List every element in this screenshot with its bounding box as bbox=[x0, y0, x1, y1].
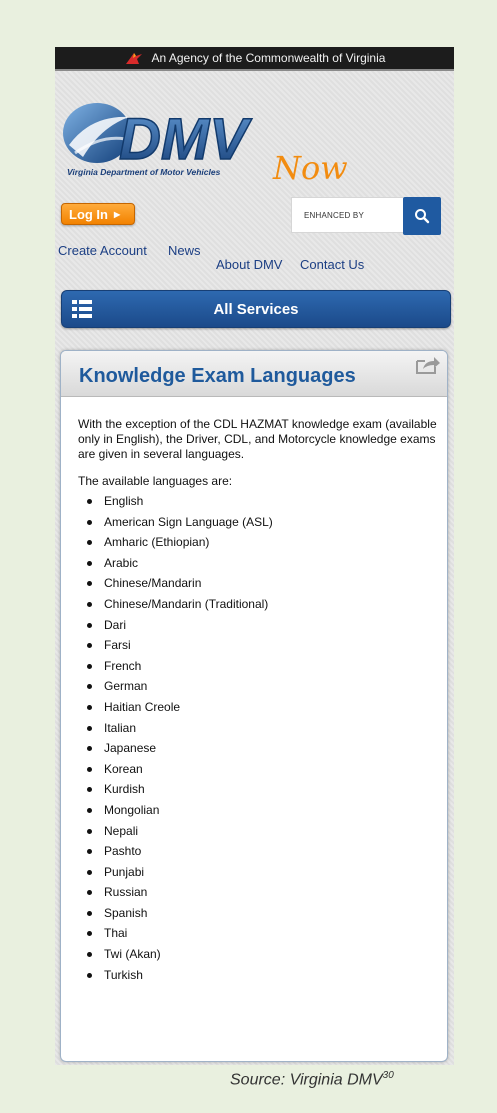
language-item: Chinese/Mandarin (Traditional) bbox=[78, 594, 438, 615]
language-item: Amharic (Ethiopian) bbox=[78, 532, 438, 553]
nav-about-dmv[interactable]: About DMV bbox=[216, 257, 282, 272]
source-footnote: 30 bbox=[382, 1070, 394, 1081]
language-item: Kurdish bbox=[78, 779, 438, 800]
agency-text: An Agency of the Commonwealth of Virgini… bbox=[151, 51, 386, 65]
login-button[interactable]: Log In ▶ bbox=[61, 203, 135, 225]
agency-bar: An Agency of the Commonwealth of Virgini… bbox=[55, 47, 454, 71]
share-icon[interactable] bbox=[415, 355, 441, 375]
search-input[interactable]: ENHANCED BY bbox=[291, 197, 403, 233]
phone-screenshot: An Agency of the Commonwealth of Virgini… bbox=[55, 47, 454, 1065]
logo-wordmark: DMV bbox=[119, 107, 252, 172]
virginia-flag-icon bbox=[125, 53, 142, 64]
logo-now: Now bbox=[272, 149, 348, 187]
language-item: Haitian Creole bbox=[78, 697, 438, 718]
available-languages-label: The available languages are: bbox=[78, 474, 233, 488]
card-header: Knowledge Exam Languages bbox=[61, 351, 447, 397]
language-item: American Sign Language (ASL) bbox=[78, 512, 438, 533]
language-item: Nepali bbox=[78, 821, 438, 842]
language-item: Arabic bbox=[78, 553, 438, 574]
language-item: Japanese bbox=[78, 738, 438, 759]
card-body: With the exception of the CDL HAZMAT kno… bbox=[78, 417, 438, 985]
content-card: Knowledge Exam Languages With the except… bbox=[60, 350, 448, 1062]
list-icon bbox=[72, 300, 92, 318]
search-icon bbox=[415, 209, 430, 224]
source-caption: Source: Virginia DMV30 bbox=[230, 1070, 394, 1089]
language-item: Dari bbox=[78, 615, 438, 636]
languages-list: English American Sign Language (ASL) Amh… bbox=[78, 491, 438, 985]
login-arrow-icon: ▶ bbox=[114, 209, 121, 219]
language-item: Mongolian bbox=[78, 800, 438, 821]
language-item: Punjabi bbox=[78, 862, 438, 883]
language-item: English bbox=[78, 491, 438, 512]
intro-paragraph: With the exception of the CDL HAZMAT kno… bbox=[78, 417, 437, 461]
search-placeholder: ENHANCED BY bbox=[304, 210, 364, 220]
language-item: Korean bbox=[78, 759, 438, 780]
all-services-button[interactable]: All Services bbox=[61, 290, 451, 328]
language-item: Chinese/Mandarin bbox=[78, 573, 438, 594]
language-item: German bbox=[78, 676, 438, 697]
nav-create-account[interactable]: Create Account bbox=[58, 243, 147, 258]
language-item: Italian bbox=[78, 718, 438, 739]
language-item: Turkish bbox=[78, 965, 438, 986]
nav-news[interactable]: News bbox=[168, 243, 201, 258]
language-item: Farsi bbox=[78, 635, 438, 656]
login-label: Log In bbox=[69, 206, 108, 222]
page-title: Knowledge Exam Languages bbox=[79, 365, 356, 387]
source-text: Source: Virginia DMV bbox=[230, 1071, 383, 1089]
all-services-label: All Services bbox=[213, 300, 299, 318]
nav-contact-us[interactable]: Contact Us bbox=[300, 257, 364, 272]
language-item: Twi (Akan) bbox=[78, 944, 438, 965]
language-item: Spanish bbox=[78, 903, 438, 924]
language-item: Russian bbox=[78, 882, 438, 903]
language-item: Thai bbox=[78, 923, 438, 944]
search-button[interactable] bbox=[403, 197, 441, 235]
logo-subtitle: Virginia Department of Motor Vehicles bbox=[67, 167, 221, 177]
language-item: French bbox=[78, 656, 438, 677]
language-item: Pashto bbox=[78, 841, 438, 862]
